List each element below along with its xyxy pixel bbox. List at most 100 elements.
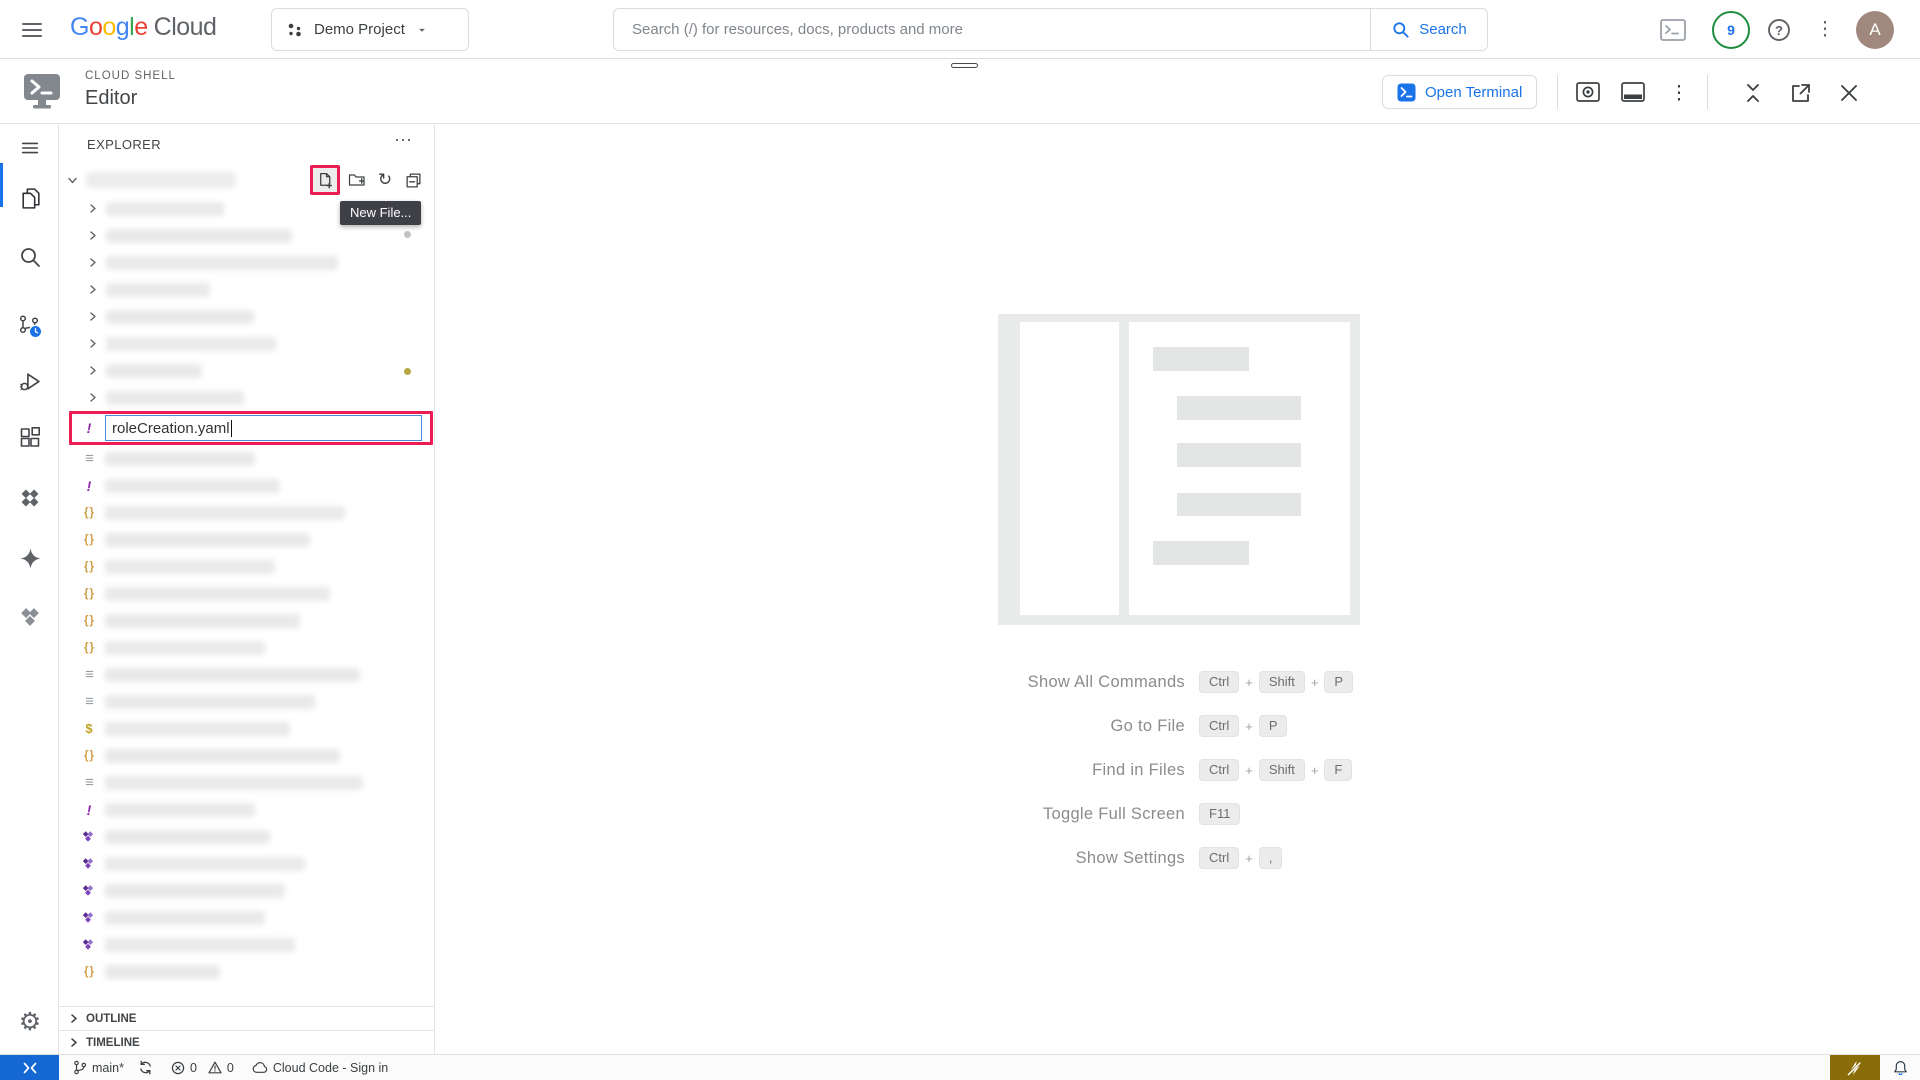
gemini-view-button[interactable] xyxy=(16,544,44,572)
tree-folder-row[interactable] xyxy=(59,357,434,384)
terminal-icon xyxy=(1660,19,1686,41)
top-nav-actions: 9 ? ⋮ A xyxy=(1656,0,1920,59)
notifications-bell-button[interactable] xyxy=(1880,1055,1920,1080)
tree-file-row[interactable] xyxy=(59,823,434,850)
sync-disabled-indicator[interactable] xyxy=(1830,1055,1880,1080)
plus-sign: + xyxy=(1245,763,1253,778)
plus-sign: + xyxy=(1311,763,1319,778)
yaml-file-icon: ! xyxy=(81,420,97,436)
refresh-button[interactable]: ↻ xyxy=(374,169,396,191)
collapse-all-button[interactable] xyxy=(402,169,424,191)
minimize-panel-button[interactable] xyxy=(1740,80,1766,106)
tree-file-row[interactable]: { } xyxy=(59,742,434,769)
web-preview-icon xyxy=(1576,82,1600,104)
tree-file-row[interactable]: { } xyxy=(59,607,434,634)
search-input[interactable] xyxy=(613,8,1370,51)
placeholder-bar xyxy=(1177,443,1301,467)
tree-file-row[interactable] xyxy=(59,931,434,958)
redacted-file-name xyxy=(105,938,295,952)
new-file-button[interactable] xyxy=(314,169,336,191)
outline-section-header[interactable]: OUTLINE xyxy=(59,1006,434,1030)
close-panel-button[interactable] xyxy=(1836,80,1862,106)
keycap: Ctrl xyxy=(1199,759,1239,781)
new-folder-icon xyxy=(348,172,366,188)
tree-file-row[interactable]: ≡ xyxy=(59,688,434,715)
tree-file-row[interactable]: $ xyxy=(59,715,434,742)
timeline-section-header[interactable]: TIMELINE xyxy=(59,1030,434,1054)
tree-file-row[interactable]: ≡ xyxy=(59,661,434,688)
tree-file-row[interactable]: { } xyxy=(59,526,434,553)
json-file-icon: { } xyxy=(81,534,97,546)
redacted-file-name xyxy=(105,857,305,871)
source-control-view-button[interactable] xyxy=(16,312,44,340)
tree-file-row[interactable]: { } xyxy=(59,580,434,607)
main-menu-icon[interactable] xyxy=(20,14,52,46)
web-preview-button[interactable] xyxy=(1575,80,1601,106)
source-control-icon xyxy=(17,313,43,339)
search-button[interactable]: Search xyxy=(1370,8,1488,51)
tree-file-row[interactable]: { } xyxy=(59,553,434,580)
collapse-icon xyxy=(1743,82,1763,104)
redacted-file-name xyxy=(105,695,315,709)
tree-file-row[interactable]: ! xyxy=(59,796,434,823)
kebab-icon: ⋮ xyxy=(1816,20,1835,39)
more-options-button[interactable]: ⋮ xyxy=(1810,13,1840,47)
sync-changes-button[interactable] xyxy=(138,1060,153,1075)
settings-button[interactable]: ⚙ xyxy=(16,1008,44,1036)
redacted-folder-name xyxy=(106,337,276,351)
tree-file-row[interactable]: ! xyxy=(59,472,434,499)
tree-folder-row[interactable] xyxy=(59,276,434,303)
kebab-icon: ⋮ xyxy=(1670,82,1689,105)
keycap: Ctrl xyxy=(1199,671,1239,693)
text-cursor xyxy=(231,420,233,437)
run-debug-view-button[interactable] xyxy=(16,367,44,395)
search-view-button[interactable] xyxy=(16,243,44,271)
tree-file-row[interactable] xyxy=(59,850,434,877)
tree-folder-row[interactable] xyxy=(59,249,434,276)
new-file-name-input[interactable]: roleCreation.yaml xyxy=(105,415,422,441)
tree-file-row[interactable]: ≡ xyxy=(59,769,434,796)
tree-folder-row[interactable] xyxy=(59,384,434,411)
ellipsis-icon: ⋯ xyxy=(394,130,412,150)
git-branch-status[interactable]: main* xyxy=(73,1060,124,1075)
tree-file-row[interactable] xyxy=(59,904,434,931)
cloud-code-view-button[interactable] xyxy=(16,484,44,512)
tree-file-row[interactable]: { } xyxy=(59,634,434,661)
terraform-file-icon xyxy=(81,830,97,844)
tree-folder-row[interactable] xyxy=(59,330,434,357)
json-file-icon: { } xyxy=(81,588,97,600)
toggle-panel-button[interactable] xyxy=(1620,80,1646,106)
panel-drag-handle[interactable] xyxy=(951,63,978,68)
open-terminal-button[interactable]: Open Terminal xyxy=(1382,75,1537,109)
tree-folder-row[interactable] xyxy=(59,303,434,330)
tree-file-row[interactable] xyxy=(59,877,434,904)
new-file-input-row: ! roleCreation.yaml xyxy=(59,411,434,445)
tree-file-row[interactable]: ≡ xyxy=(59,445,434,472)
explorer-view-button[interactable] xyxy=(16,184,44,212)
google-cloud-logo[interactable]: GoogleCloud xyxy=(70,13,216,42)
shortcut-row: Find in Files Ctrl + Shift + F xyxy=(835,748,1353,792)
redacted-folder-name xyxy=(106,283,210,297)
shell-more-options-button[interactable]: ⋮ xyxy=(1666,80,1692,106)
new-folder-button[interactable] xyxy=(346,169,368,191)
tree-folder-row[interactable] xyxy=(59,222,434,249)
welcome-placeholder-graphic xyxy=(998,314,1360,625)
sidebar-menu-button[interactable] xyxy=(16,134,44,162)
problems-status[interactable]: 0 0 xyxy=(171,1061,234,1075)
remote-indicator[interactable] xyxy=(0,1055,59,1080)
explorer-more-actions-button[interactable]: ⋯ xyxy=(394,130,412,151)
terraform-view-button[interactable] xyxy=(16,604,44,632)
cloud-code-sign-in[interactable]: Cloud Code - Sign in xyxy=(252,1061,388,1075)
cloud-shell-icon[interactable] xyxy=(1656,13,1690,47)
project-selector[interactable]: Demo Project xyxy=(271,8,469,51)
tree-file-row[interactable]: { } xyxy=(59,499,434,526)
extensions-icon xyxy=(18,426,42,450)
tree-root-row[interactable]: ↻ xyxy=(59,165,434,195)
account-avatar[interactable]: A xyxy=(1856,11,1894,49)
open-in-new-window-button[interactable] xyxy=(1788,80,1814,106)
help-button[interactable]: ? xyxy=(1762,13,1796,47)
shortcut-label: Show Settings xyxy=(835,849,1185,868)
notifications-badge[interactable]: 9 xyxy=(1712,11,1750,49)
extensions-view-button[interactable] xyxy=(16,424,44,452)
tree-file-row[interactable]: { } xyxy=(59,958,434,985)
